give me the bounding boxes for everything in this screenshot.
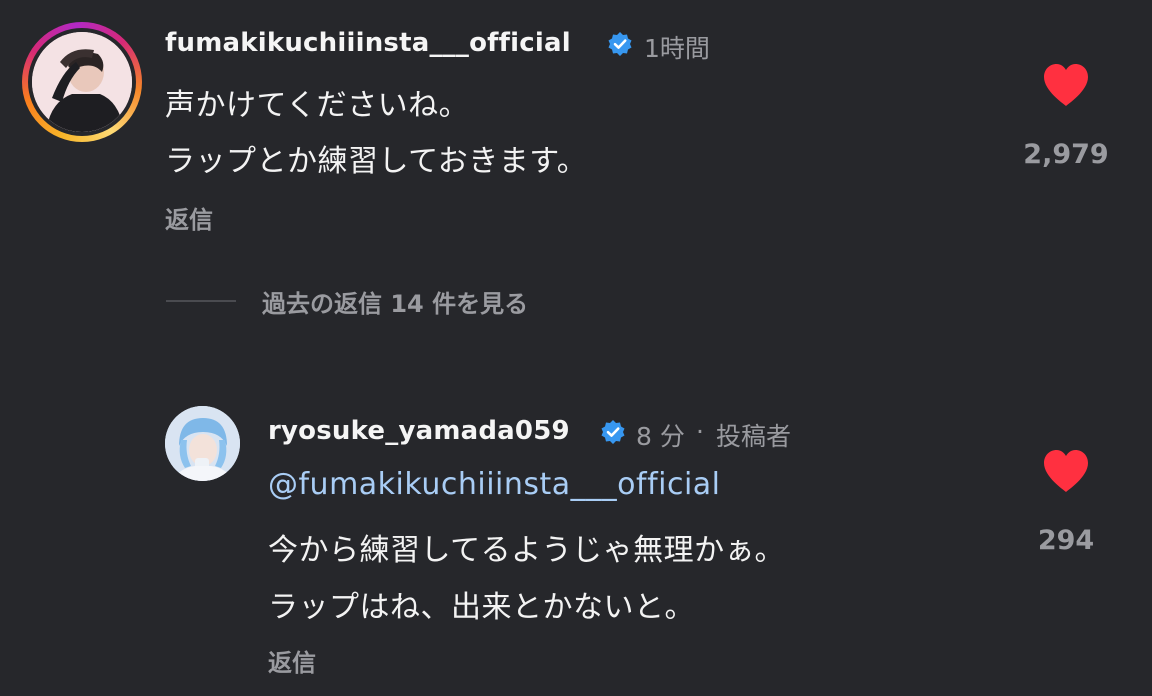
comment-username[interactable]: ryosuke_yamada059 — [268, 416, 570, 446]
author-label: 投稿者 — [716, 422, 792, 451]
reply-button[interactable]: 返信 — [268, 643, 316, 678]
avatar-story-ring[interactable] — [22, 22, 142, 142]
heart-icon[interactable] — [1041, 448, 1091, 494]
avatar[interactable] — [32, 32, 132, 132]
comment-2: ryosuke_yamada059 8 分 · 投稿者 @fumakikuchi… — [0, 390, 1152, 696]
comment-timestamp: 8 分 — [636, 422, 685, 451]
verified-badge-icon — [608, 32, 632, 56]
comment-text-line: ラップはね、出来とかないと。 — [268, 590, 695, 625]
comment-username[interactable]: fumakikuchiiinsta___official — [165, 28, 571, 58]
avatar-photo — [165, 406, 240, 481]
heart-icon[interactable] — [1041, 62, 1091, 108]
like-count[interactable]: 2,979 — [996, 139, 1136, 170]
verified-badge-icon — [601, 420, 625, 444]
comment-text-line: 声かけてくださいね。 — [165, 88, 470, 123]
comment-text-line: ラップとか練習しておきます。 — [165, 144, 588, 179]
comment-text-line: 今から練習してるようじゃ無理かぁ。 — [268, 533, 785, 568]
view-previous-replies-button[interactable]: 過去の返信 14 件を見る — [262, 284, 528, 319]
meta-separator: · — [696, 417, 704, 446]
avatar[interactable] — [165, 406, 240, 481]
like-count[interactable]: 294 — [996, 525, 1136, 556]
comment-1: fumakikuchiiinsta___official 1時間 声かけてくださ… — [0, 0, 1152, 250]
mention-link[interactable]: @fumakikuchiiinsta___official — [268, 467, 721, 502]
reply-button[interactable]: 返信 — [165, 200, 213, 235]
avatar-photo — [32, 32, 132, 132]
replies-divider — [166, 300, 236, 302]
comment-timestamp: 1時間 — [644, 34, 710, 63]
